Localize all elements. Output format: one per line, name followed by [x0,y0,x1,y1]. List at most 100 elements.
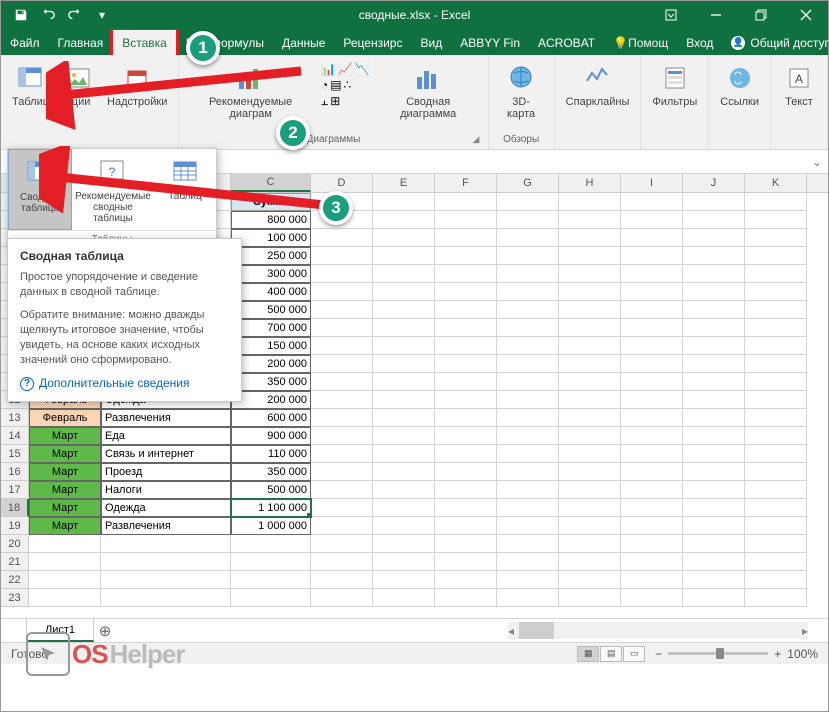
zoom-thumb[interactable] [716,648,724,659]
cell[interactable]: Проезд [101,463,231,481]
cell[interactable] [373,337,435,355]
expand-formula-icon[interactable]: ⌄ [806,155,828,169]
cell[interactable] [683,211,745,229]
cell[interactable] [435,463,497,481]
login-button[interactable]: Вход [677,29,722,55]
close-icon[interactable] [783,1,828,29]
row-header[interactable]: 22 [1,571,29,589]
cell[interactable] [435,427,497,445]
cell[interactable] [373,355,435,373]
cell[interactable] [497,445,559,463]
cell[interactable] [373,553,435,571]
col-h[interactable]: H [559,174,621,192]
cell[interactable] [621,355,683,373]
cell[interactable] [745,427,807,445]
cell[interactable] [559,571,621,589]
page-break-icon[interactable]: ▭ [623,646,645,662]
cell[interactable] [311,571,373,589]
cell[interactable] [559,337,621,355]
cell[interactable]: 500 000 [231,301,311,319]
chart-bar-icon[interactable]: ▤ [330,78,341,92]
links-button[interactable]: Ссылки [715,59,764,111]
cell[interactable] [559,265,621,283]
pivot-chart-button[interactable]: Сводная диаграмма [375,59,482,123]
row-header[interactable]: 21 [1,553,29,571]
cell[interactable] [559,373,621,391]
cell[interactable] [311,535,373,553]
cell[interactable]: Март [29,481,101,499]
cell[interactable]: 600 000 [231,409,311,427]
cell[interactable] [621,427,683,445]
cell[interactable] [435,571,497,589]
cell[interactable] [559,589,621,607]
cell[interactable] [683,391,745,409]
cell[interactable] [435,265,497,283]
chart-col-icon[interactable]: 📊 [321,62,336,76]
cell[interactable]: Март [29,463,101,481]
cell[interactable] [745,535,807,553]
cell[interactable]: 200 000 [231,355,311,373]
h-scroll-thumb[interactable] [519,622,554,639]
cell[interactable]: Одежда [101,499,231,517]
cell[interactable] [559,211,621,229]
cell[interactable]: 200 000 [231,391,311,409]
cell[interactable] [559,247,621,265]
cell[interactable] [311,247,373,265]
cell[interactable]: Март [29,427,101,445]
cell[interactable] [497,355,559,373]
cell[interactable] [683,427,745,445]
cell[interactable] [497,265,559,283]
cell[interactable] [559,427,621,445]
table-menu-item[interactable]: Таблиц [154,149,216,230]
cell[interactable] [621,319,683,337]
tab-file[interactable]: Файл [1,29,49,55]
normal-view-icon[interactable]: ▦ [577,646,599,662]
cell[interactable] [559,445,621,463]
col-g[interactable]: G [497,174,559,192]
text-button[interactable]: AТекст [777,59,821,111]
cell[interactable] [621,265,683,283]
cell[interactable] [745,247,807,265]
cell[interactable]: 100 000 [231,229,311,247]
cell[interactable] [683,283,745,301]
tab-home[interactable]: Главная [49,29,113,55]
qat-customize-icon[interactable]: ▾ [90,4,114,26]
col-e[interactable]: E [373,174,435,192]
pivot-table-menu-item[interactable]: Сводная таблица [8,149,72,230]
cell[interactable] [373,319,435,337]
cell[interactable] [621,391,683,409]
col-d[interactable]: D [311,174,373,192]
cell[interactable] [311,517,373,535]
cell[interactable] [559,481,621,499]
cell[interactable] [435,589,497,607]
cell[interactable] [497,283,559,301]
zoom-in-icon[interactable]: + [774,647,781,661]
row-header[interactable]: 18 [1,499,29,517]
cell[interactable] [373,373,435,391]
cell[interactable] [745,355,807,373]
cell[interactable] [621,229,683,247]
cell[interactable] [497,499,559,517]
cell[interactable] [683,553,745,571]
cell[interactable] [311,463,373,481]
cell[interactable] [683,301,745,319]
cell[interactable]: 150 000 [231,337,311,355]
cell[interactable] [497,373,559,391]
cell[interactable] [497,481,559,499]
cell[interactable] [745,409,807,427]
cell[interactable] [497,211,559,229]
cell[interactable] [745,391,807,409]
cell[interactable] [745,445,807,463]
cell[interactable] [497,571,559,589]
sparklines-button[interactable]: Спарклайны [561,59,635,111]
zoom-slider[interactable] [668,652,768,655]
restore-icon[interactable] [738,1,783,29]
cell[interactable] [311,409,373,427]
cell[interactable] [435,409,497,427]
cell[interactable] [683,445,745,463]
cell[interactable] [373,499,435,517]
cell[interactable] [621,481,683,499]
cell[interactable] [621,463,683,481]
cell[interactable] [621,337,683,355]
cell[interactable] [435,535,497,553]
